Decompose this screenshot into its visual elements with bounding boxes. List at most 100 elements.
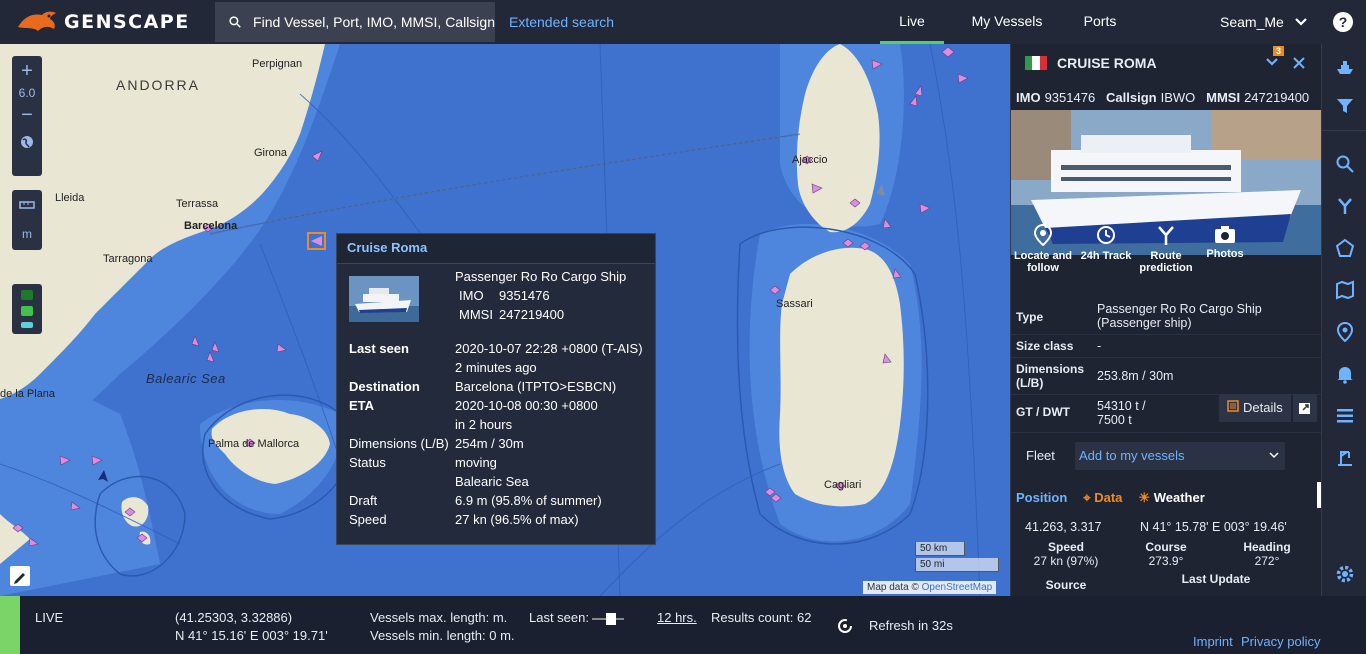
info-row-dimensions: Dimensions (L/B) 253.8m / 30m <box>1011 358 1321 395</box>
popup-last-seen-ago: 2 minutes ago <box>455 360 537 375</box>
popup-last-seen: 2020-10-07 22:28 +0800 (T-AIS) <box>455 341 643 356</box>
filter-icon[interactable] <box>1335 96 1355 116</box>
track-icon <box>1097 226 1115 244</box>
fleet-select[interactable]: Add to my vessels <box>1075 442 1285 470</box>
details-button[interactable]: Details <box>1219 394 1291 422</box>
unit-control: m <box>12 190 42 250</box>
logo[interactable]: GENSCAPE <box>0 0 215 44</box>
bell-icon[interactable] <box>1335 364 1355 384</box>
imo-label: IMO <box>1016 90 1041 105</box>
route-icon[interactable] <box>1335 196 1355 216</box>
info-row-type: Type Passenger Ro Ro Cargo Ship (Passeng… <box>1011 298 1321 335</box>
callsign-label: Callsign <box>1106 90 1157 105</box>
dimensions-value: 253.8m / 30m <box>1097 369 1174 383</box>
photos-label: Photos <box>1206 248 1244 260</box>
port-crane-icon[interactable] <box>1335 448 1355 468</box>
location-pin-icon <box>1034 224 1052 246</box>
imprint-link[interactable]: Imprint <box>1193 634 1233 649</box>
refresh-icon[interactable] <box>836 617 854 635</box>
info-row-size: Size class - <box>1011 335 1321 358</box>
vessel-actions: Locate and follow 24h Track Route predic… <box>1011 224 1321 284</box>
unit-toggle[interactable]: m <box>12 227 42 241</box>
rail-divider <box>1322 130 1366 131</box>
popup-dimensions-label: Dimensions (L/B) <box>349 436 449 451</box>
zoom-in-button[interactable]: + <box>12 56 42 86</box>
popup-imo: 9351476 <box>499 288 550 303</box>
draw-button[interactable] <box>10 566 30 586</box>
popup-eta-in: in 2 hours <box>455 417 513 432</box>
layers-icon <box>21 290 33 328</box>
ruler-icon[interactable] <box>19 200 35 210</box>
vessel-thumbnail[interactable] <box>349 276 419 322</box>
popup-draft-label: Draft <box>349 493 378 508</box>
tab-weather[interactable]: ☀ Weather <box>1138 490 1204 506</box>
dragon-logo-icon <box>18 11 56 32</box>
chevron-down-icon[interactable] <box>1265 57 1279 67</box>
locate-follow-label: Locate and follow <box>1013 250 1073 274</box>
layer-control[interactable] <box>12 284 42 334</box>
track-24h-button[interactable]: 24h Track <box>1077 224 1135 262</box>
map-label-ajaccio: Ajaccio <box>792 154 828 166</box>
zoom-level: 6.0 <box>18 86 36 100</box>
route-prediction-label: Route prediction <box>1139 250 1193 274</box>
popup-eta: 2020-10-08 00:30 +0800 <box>455 398 598 413</box>
zoom-out-button[interactable]: − <box>12 100 42 130</box>
map-label-terrassa: Terrassa <box>176 198 219 210</box>
heading-label: Heading <box>1243 540 1291 554</box>
slider-knob[interactable] <box>606 613 616 625</box>
tab-live[interactable]: Live <box>880 0 944 44</box>
course-label: Course <box>1145 540 1187 554</box>
tab-my-vessels[interactable]: My Vessels <box>944 0 1070 44</box>
coords-decimal: 41.263, 3.317 <box>1025 520 1102 534</box>
map-label-palma: Palma de Mallorca <box>208 438 300 450</box>
popup-type: Passenger Ro Ro Cargo Ship <box>455 269 627 284</box>
extended-search-link[interactable]: Extended search <box>509 14 614 30</box>
open-external-button[interactable] <box>1293 394 1317 422</box>
photos-button[interactable]: Photos <box>1199 224 1251 260</box>
list-icon[interactable] <box>1335 406 1355 426</box>
attribution-link[interactable]: OpenStreetMap <box>922 582 993 593</box>
attribution-text: Map data © <box>867 582 919 593</box>
map-label-sassari: Sassari <box>776 298 813 310</box>
help-icon[interactable]: ? <box>1333 12 1353 32</box>
sun-icon: ☀ <box>1138 490 1151 505</box>
chevron-down-icon <box>1295 18 1307 26</box>
gt-dwt-label: GT / DWT <box>1016 405 1070 419</box>
last-seen-value[interactable]: 12 hrs. <box>657 610 697 625</box>
type-value: Passenger Ro Ro Cargo Ship (Passenger sh… <box>1097 302 1262 330</box>
position-tabs: Position ⌖ Data ☀ Weather <box>1016 490 1221 506</box>
search-input[interactable]: Find Vessel, Port, IMO, MMSI, Callsign <box>215 2 495 42</box>
vessel-name: CRUISE ROMA <box>1057 55 1157 71</box>
globe-icon[interactable] <box>19 134 35 150</box>
tab-position[interactable]: Position <box>1016 490 1067 506</box>
privacy-link[interactable]: Privacy policy <box>1241 634 1320 649</box>
popup-dimensions: 254m / 30m <box>455 436 524 451</box>
mmsi-label: MMSI <box>1206 90 1241 105</box>
pentagon-area-icon[interactable] <box>1335 238 1355 258</box>
map-attribution: Map data © OpenStreetMap <box>863 581 997 594</box>
tab-ports[interactable]: Ports <box>1070 0 1130 44</box>
close-icon[interactable] <box>1293 57 1305 69</box>
map-book-icon[interactable] <box>1335 280 1355 300</box>
search-icon[interactable] <box>1335 154 1355 174</box>
last-seen-slider[interactable] <box>592 613 624 625</box>
ship-icon[interactable] <box>1335 56 1355 76</box>
popup-status-label: Status <box>349 455 386 470</box>
live-indicator <box>0 596 20 654</box>
tab-data[interactable]: ⌖ Data <box>1083 490 1122 506</box>
user-menu[interactable]: Seam_Me <box>1220 0 1308 44</box>
tab-data-label: Data <box>1094 490 1123 505</box>
locate-follow-button[interactable]: Locate and follow <box>1013 224 1073 274</box>
gear-icon[interactable] <box>1335 564 1355 584</box>
route-prediction-button[interactable]: Route prediction <box>1135 224 1197 274</box>
size-label: Size class <box>1016 339 1074 353</box>
dimensions-label: Dimensions (L/B) <box>1016 362 1085 390</box>
course-value: 273.9° <box>1148 554 1184 568</box>
popup-mmsi-label: MMSI <box>459 307 493 322</box>
popup-destination-label: Destination <box>349 379 420 394</box>
crosshair-icon: ⌖ <box>1083 490 1091 505</box>
location-pin-icon[interactable] <box>1335 322 1355 342</box>
map-label-lleida: Lleida <box>55 192 85 204</box>
coords-dms: N 41° 15.78' E 003° 19.46' <box>1140 520 1287 534</box>
popup-title[interactable]: Cruise Roma <box>337 234 655 264</box>
